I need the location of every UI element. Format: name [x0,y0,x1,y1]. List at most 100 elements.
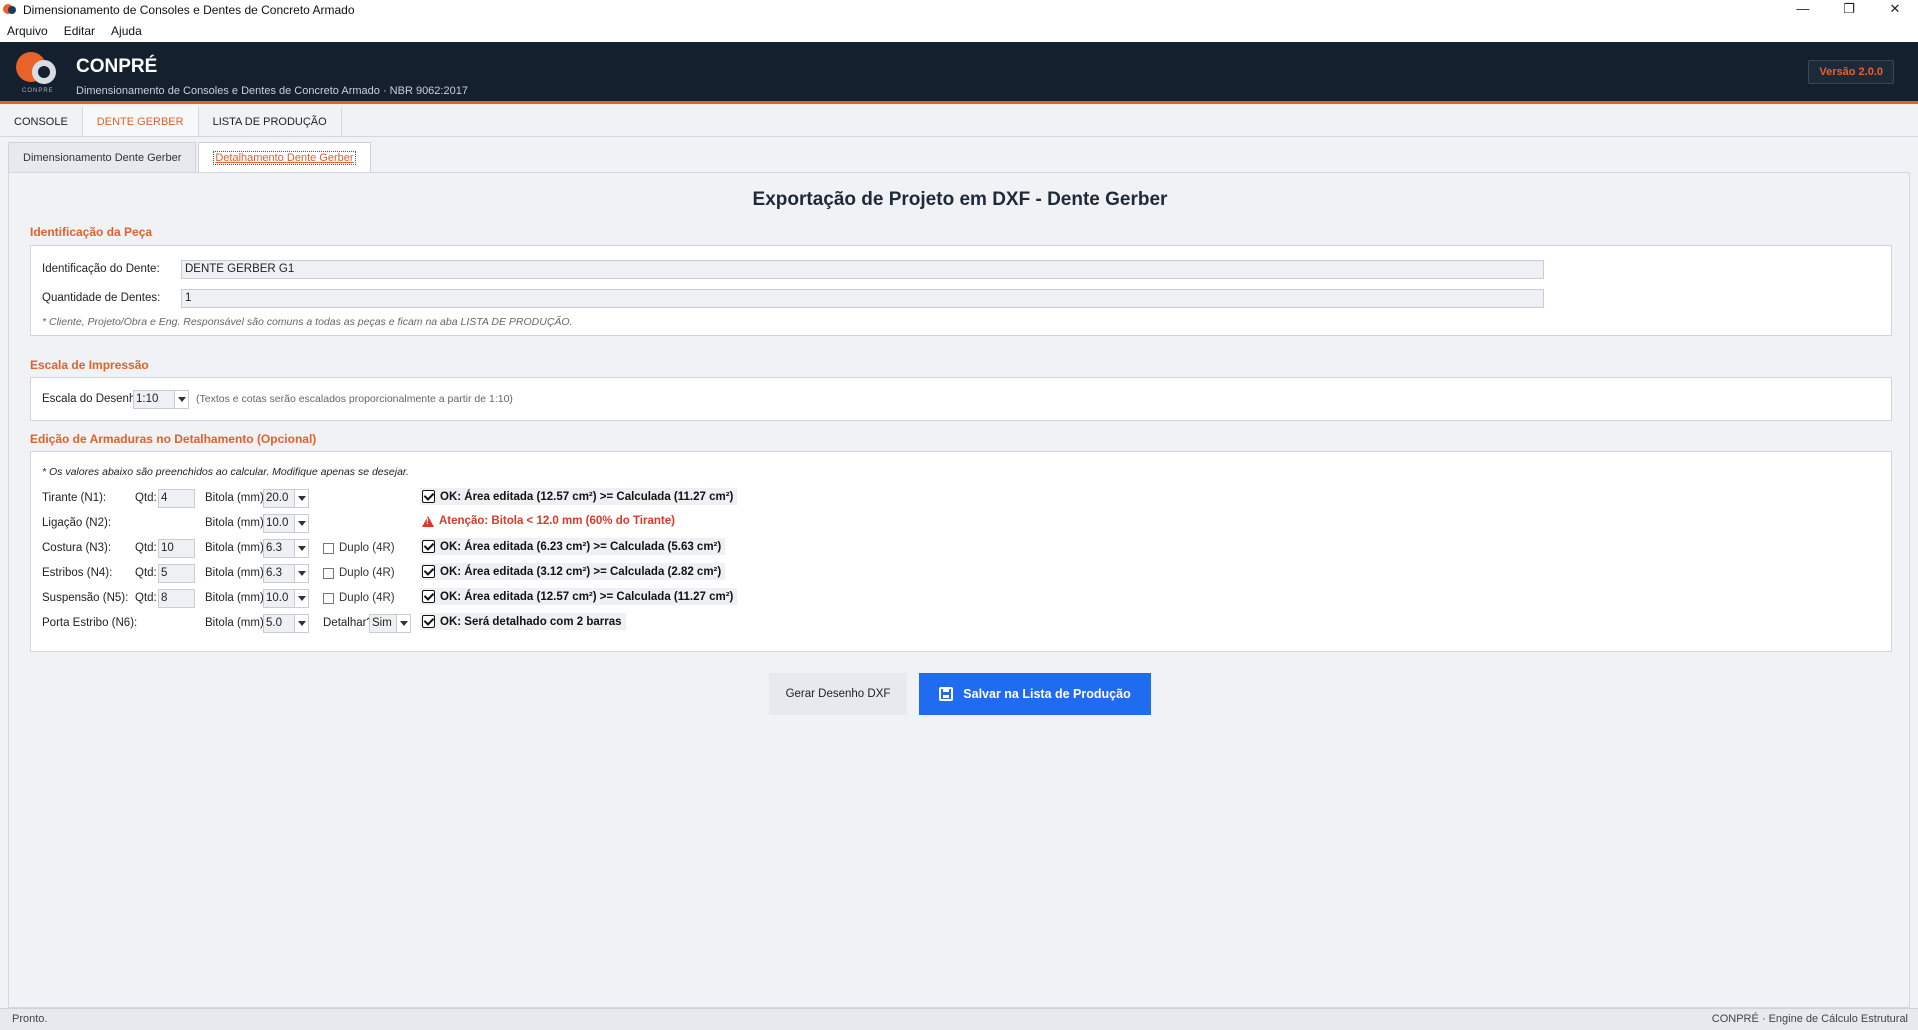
porta-estribo-status: OK: Será detalhado com 2 barras [420,613,626,630]
sub-tabs: Dimensionamento Dente Gerber Detalhament… [8,142,373,172]
suspensao-bitola-select[interactable]: 10.0 [263,589,309,608]
salvar-lista-button[interactable]: Salvar na Lista de Produção [919,673,1151,715]
chevron-down-icon [294,615,308,632]
check-icon [422,590,435,603]
content-panel: Exportação de Projeto em DXF - Dente Ger… [8,172,1910,1008]
costura-bitola-value: 6.3 [266,542,282,554]
logo: CONPRE [16,52,64,98]
menu-editar[interactable]: Editar [64,24,95,38]
estribos-status-text: OK: Área editada (3.12 cm²) >= Calculada… [440,565,722,578]
check-icon [422,540,435,553]
checkbox-icon [323,542,334,554]
costura-duplo-checkbox[interactable]: Duplo (4R) [323,542,395,554]
porta-estribo-status-text: OK: Será detalhado com 2 barras [440,615,622,628]
menu-bar: Arquivo Editar Ajuda [0,20,1918,42]
close-icon[interactable]: ✕ [1872,0,1918,20]
row-estribos-label: Estribos (N4): [42,567,113,579]
duplo-label: Duplo (4R) [339,592,395,604]
menu-ajuda[interactable]: Ajuda [111,24,142,38]
status-text: Pronto. [12,1013,48,1025]
warning-icon [422,515,434,527]
detalhar-value: Sim [372,617,392,629]
suspensao-status: OK: Área editada (12.57 cm²) >= Calculad… [420,588,738,605]
chevron-down-icon [294,590,308,607]
suspensao-duplo-checkbox[interactable]: Duplo (4R) [323,592,395,604]
version-badge: Versão 2.0.0 [1808,60,1894,84]
status-bar: Pronto. CONPRÉ · Engine de Cálculo Estru… [0,1008,1918,1030]
tirante-bitola-value: 20.0 [266,492,289,504]
group-identificacao: Identificação do Dente: DENTE GERBER G1 … [30,245,1892,336]
tab-lista-producao[interactable]: LISTA DE PRODUÇÃO [198,107,342,136]
check-icon [422,490,435,503]
tab-dente-gerber[interactable]: DENTE GERBER [82,107,199,136]
costura-status: OK: Área editada (6.23 cm²) >= Calculada… [420,538,726,555]
ligacao-bitola-value: 10.0 [266,517,289,529]
tirante-status: OK: Área editada (12.57 cm²) >= Calculad… [420,488,738,505]
gerar-dxf-button[interactable]: Gerar Desenho DXF [769,673,907,715]
window-controls: — ❐ ✕ [1780,0,1918,20]
identificacao-note: * Cliente, Projeto/Obra e Eng. Responsáv… [42,316,573,328]
estribos-qtd-input[interactable]: 5 [158,564,195,583]
detalhar-label: Detalhar? [323,617,373,629]
escala-label: Escala do Desenho: [42,393,145,405]
tirante-qtd-input[interactable]: 4 [158,489,195,508]
escala-note: (Textos e cotas serão escalados proporci… [196,393,513,405]
brand-name: CONPRÉ [76,56,158,77]
subtab-dimensionamento[interactable]: Dimensionamento Dente Gerber [8,142,197,172]
costura-qtd-input[interactable]: 10 [158,539,195,558]
qtd-label: Qtd: [135,542,157,554]
suspensao-qtd-input[interactable]: 8 [158,589,195,608]
window-title: Dimensionamento de Consoles e Dentes de … [23,3,355,17]
check-icon [422,565,435,578]
subtab-detalhamento[interactable]: Detalhamento Dente Gerber [198,142,371,172]
qtd-label: Qtd: [135,492,157,504]
chevron-down-icon [294,540,308,557]
estribos-bitola-select[interactable]: 6.3 [263,564,309,583]
app-icon [3,3,17,17]
dente-input[interactable]: DENTE GERBER G1 [181,260,1544,279]
bitola-label: Bitola (mm): [205,567,267,579]
estribos-bitola-value: 6.3 [266,567,282,579]
qtd-dentes-input[interactable]: 1 [181,289,1544,308]
row-porta-estribo-label: Porta Estribo (N6): [42,617,138,629]
detalhar-select[interactable]: Sim [369,614,411,633]
engine-text: CONPRÉ · Engine de Cálculo Estrutural [1711,1013,1908,1025]
tab-console[interactable]: CONSOLE [0,107,83,136]
section-escala-title: Escala de Impressão [30,358,149,372]
tirante-status-text: OK: Área editada (12.57 cm²) >= Calculad… [440,490,734,503]
bitola-label: Bitola (mm): [205,617,267,629]
estribos-status: OK: Área editada (3.12 cm²) >= Calculada… [420,563,726,580]
group-escala: Escala do Desenho: 1:10 (Textos e cotas … [30,377,1892,421]
app-header: CONPRE CONPRÉ Dimensionamento de Console… [0,42,1918,104]
brand-subtitle: Dimensionamento de Consoles e Dentes de … [76,85,468,97]
estribos-duplo-checkbox[interactable]: Duplo (4R) [323,567,395,579]
ligacao-bitola-select[interactable]: 10.0 [263,514,309,533]
bitola-label: Bitola (mm): [205,592,267,604]
menu-arquivo[interactable]: Arquivo [7,24,48,38]
maximize-icon[interactable]: ❐ [1826,0,1872,20]
qtd-label: Qtd: [135,567,157,579]
subtab-detalhamento-label: Detalhamento Dente Gerber [213,151,356,165]
bitola-label: Bitola (mm): [205,517,267,529]
row-ligacao-label: Ligação (N2): [42,517,112,529]
tirante-bitola-select[interactable]: 20.0 [263,489,309,508]
duplo-label: Duplo (4R) [339,542,395,554]
salvar-lista-label: Salvar na Lista de Produção [963,687,1131,701]
dente-label: Identificação do Dente: [42,263,160,275]
minimize-icon[interactable]: — [1780,0,1826,20]
chevron-down-icon [396,615,410,632]
ligacao-status-text: Atenção: Bitola < 12.0 mm (60% do Tirant… [439,515,675,527]
chevron-down-icon [174,391,188,408]
costura-bitola-select[interactable]: 6.3 [263,539,309,558]
escala-select[interactable]: 1:10 [133,390,189,409]
save-icon [939,687,954,701]
section-identificacao-title: Identificação da Peça [30,225,153,239]
qtd-label: Qtd: [135,592,157,604]
porta-estribo-bitola-select[interactable]: 5.0 [263,614,309,633]
duplo-label: Duplo (4R) [339,567,395,579]
bitola-label: Bitola (mm): [205,492,267,504]
page-title: Exportação de Projeto em DXF - Dente Ger… [752,189,1168,210]
escala-value: 1:10 [136,393,159,405]
group-armaduras: * Os valores abaixo são preenchidos ao c… [30,451,1892,652]
suspensao-bitola-value: 10.0 [266,592,289,604]
